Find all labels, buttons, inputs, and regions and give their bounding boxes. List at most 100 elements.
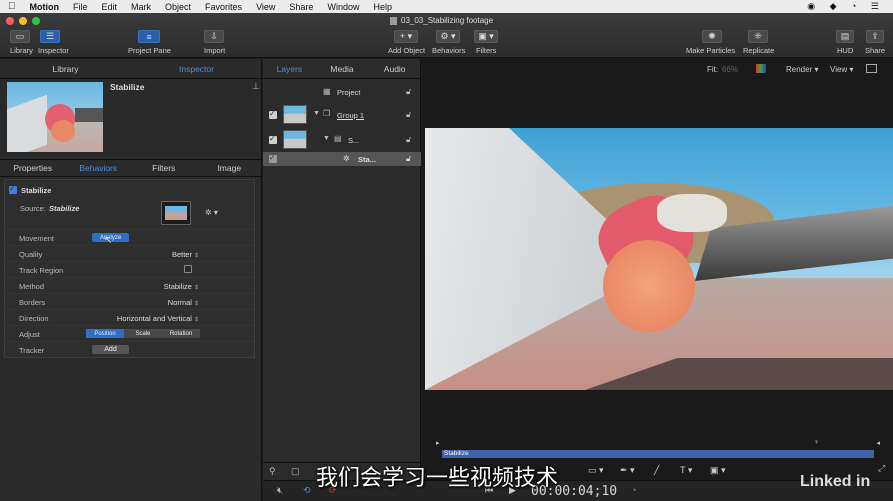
make-particles-button[interactable]: ✺ (702, 30, 722, 43)
project-pane-button[interactable]: ≡ (138, 30, 160, 43)
add-object-button[interactable]: + ▾ (394, 30, 418, 43)
zoom-button[interactable] (32, 17, 40, 25)
source-well[interactable] (161, 201, 191, 225)
video-subtitle: 我们会学习一些视频技术 (316, 466, 559, 491)
menu-window[interactable]: Window (327, 2, 359, 12)
disclosure-triangle-icon[interactable]: ▼ (323, 135, 330, 142)
tab-image[interactable]: Image (197, 160, 263, 176)
render-menu[interactable]: Render ▾ (786, 65, 819, 74)
behaviors-button[interactable]: ⚙ ▾ (436, 30, 460, 43)
playhead-icon[interactable]: ♀ (814, 439, 819, 446)
layer-row-stabilize[interactable]: ✲ Sta... 🔓︎ (263, 152, 421, 166)
timecode-mode-icon[interactable]: ◔ (631, 485, 636, 495)
pin-icon[interactable]: ⊥ (252, 81, 260, 92)
tab-filters[interactable]: Filters (131, 160, 197, 176)
line-tool-icon[interactable]: ╱ (654, 465, 659, 476)
thumbnail-roof (75, 108, 103, 122)
menu-motion[interactable]: Motion (30, 2, 60, 12)
track-region-checkbox[interactable] (184, 265, 192, 273)
row-borders: Borders Normal ⇕ (4, 293, 255, 308)
timeline-end-marker[interactable]: ◂ (876, 439, 880, 447)
tab-properties[interactable]: Properties (0, 160, 66, 176)
source-label: Source: (20, 204, 46, 213)
inspector-sub-tabs: Properties Behaviors Filters Image (0, 159, 262, 177)
inspector-panel: Library Inspector Stabilize ⊥ Properties… (0, 59, 262, 501)
library-inspector-tabs: Library Inspector (0, 61, 262, 77)
thumbnail-wall (7, 94, 47, 152)
stabilize-enable-checkbox[interactable] (9, 184, 17, 194)
adjust-position-button[interactable]: Position (86, 329, 124, 338)
menu-mark[interactable]: Mark (131, 2, 151, 12)
menu-help[interactable]: Help (373, 2, 392, 12)
adjust-rotation-button[interactable]: Rotation (162, 329, 200, 338)
view-menu[interactable]: View ▾ (830, 65, 853, 74)
source-gear-icon[interactable]: ✲ ▾ (205, 208, 218, 217)
adjust-scale-button[interactable]: Scale (124, 329, 162, 338)
layer-row-group-1[interactable]: ▼ ❐ Group 1 🔓︎ (263, 103, 421, 127)
menu-favorites[interactable]: Favorites (205, 2, 242, 12)
library-button[interactable]: ▭ (10, 30, 30, 43)
text-tool-icon[interactable]: T ▾ (680, 465, 692, 476)
mute-icon[interactable]: 🔇︎ (277, 485, 283, 496)
layer-row-project[interactable]: ▦ Project 🔓︎ (263, 83, 421, 101)
pen-tool-icon[interactable]: ✒ ▾ (620, 465, 635, 476)
color-channel-icon[interactable] (756, 64, 766, 73)
tab-layers[interactable]: Layers (263, 61, 316, 77)
tab-media[interactable]: Media (316, 61, 369, 77)
filters-button[interactable]: ▣ ▾ (474, 30, 498, 43)
fit-label: Fit: (707, 65, 719, 74)
quality-popup[interactable]: Better ⇕ (172, 250, 199, 259)
inspector-button[interactable]: ☰ (40, 30, 60, 43)
import-button[interactable]: ⇩ (204, 30, 224, 43)
direction-popup[interactable]: Horizontal and Vertical ⇕ (117, 314, 199, 323)
video-canvas[interactable] (425, 128, 893, 390)
menu-object[interactable]: Object (165, 2, 191, 12)
tab-behaviors[interactable]: Behaviors (66, 160, 132, 176)
disclosure-triangle-icon[interactable]: ▼ (313, 110, 320, 117)
layer-row-clip[interactable]: ▼ ▤ S... 🔓︎ (263, 129, 421, 151)
lock-icon[interactable]: 🔓︎ (406, 135, 411, 145)
method-popup[interactable]: Stabilize ⇕ (164, 282, 199, 291)
tab-inspector[interactable]: Inspector (131, 61, 262, 77)
lock-icon[interactable]: 🔓︎ (406, 110, 411, 120)
menu-share[interactable]: Share (289, 2, 313, 12)
film-icon: ▤ (334, 134, 342, 143)
project-pane-label: Project Pane (128, 46, 171, 55)
apple-icon[interactable]:  (8, 1, 16, 12)
timebar-track[interactable]: Stabilize (442, 450, 874, 458)
timeline-start-marker[interactable]: ▸ (436, 439, 440, 447)
close-button[interactable] (6, 17, 14, 25)
borders-popup[interactable]: Normal ⇕ (168, 298, 199, 307)
view-label: View (830, 65, 848, 74)
add-tracker-button[interactable]: Add (92, 345, 129, 354)
lock-icon[interactable]: 🔓︎ (406, 154, 411, 164)
search-icon[interactable]: ⚲ (269, 466, 276, 477)
tab-library[interactable]: Library (0, 61, 131, 77)
fit-value[interactable]: 66% (722, 65, 738, 74)
minimize-button[interactable] (19, 17, 27, 25)
menu-view[interactable]: View (256, 2, 275, 12)
fullscreen-icon[interactable]: ⤢ (878, 463, 885, 474)
hud-button[interactable]: ▤ (836, 30, 854, 43)
menu-file[interactable]: File (73, 2, 88, 12)
layer-name: S... (348, 136, 360, 145)
toolbar: 03_03_Stabilizing footage ▭ ☰ Library In… (0, 13, 893, 58)
replicate-button[interactable]: ⁜ (748, 30, 768, 43)
share-button[interactable]: ⇪ (866, 30, 884, 43)
mask-tool-icon[interactable]: ▣ ▾ (710, 465, 726, 476)
shape-tool-icon[interactable]: ▭ ▾ (588, 465, 604, 476)
menu-bar:  Motion File Edit Mark Object Favorites… (0, 0, 893, 13)
menu-edit[interactable]: Edit (102, 2, 118, 12)
tab-audio[interactable]: Audio (368, 61, 421, 77)
stabilize-visibility-checkbox[interactable] (269, 153, 277, 163)
layers-tabs: Layers Media Audio (263, 61, 421, 77)
library-label: Library (10, 46, 33, 55)
view-layout-icon[interactable] (866, 64, 877, 73)
layer-view-icon[interactable]: ▢ (291, 466, 300, 477)
clip-visibility-checkbox[interactable] (269, 134, 277, 144)
loop-icon[interactable]: ⟲ (303, 485, 311, 496)
lock-icon[interactable]: 🔓︎ (406, 87, 411, 97)
group-visibility-checkbox[interactable] (269, 109, 277, 119)
layers-panel: Layers Media Audio ▦ Project 🔓︎ ▼ ❐ Grou… (263, 59, 421, 501)
filters-label: Filters (476, 46, 497, 55)
